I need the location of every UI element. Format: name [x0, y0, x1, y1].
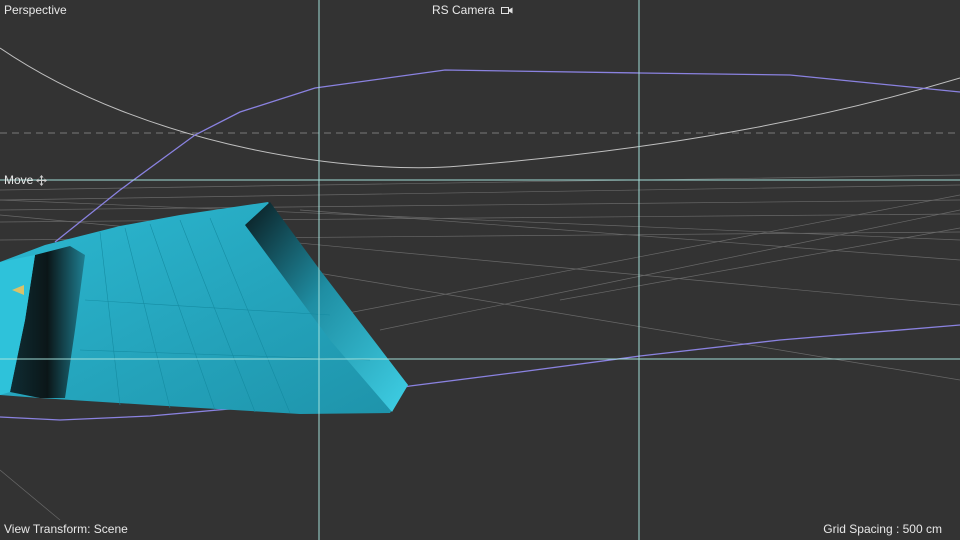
tool-name: Move	[4, 173, 34, 187]
view-name-label[interactable]: Perspective	[4, 3, 67, 17]
camera-icon	[500, 7, 513, 14]
active-tool-label: Move	[4, 173, 48, 187]
camera-selector[interactable]: RS Camera	[432, 3, 513, 17]
move-icon	[36, 174, 48, 186]
view-transform-status: View Transform: Scene	[4, 522, 128, 536]
grid-spacing-status: Grid Spacing : 500 cm	[823, 522, 942, 536]
orbit-arc	[0, 47, 960, 169]
3d-viewport[interactable]	[0, 0, 960, 540]
cyan-wedge-object[interactable]	[0, 202, 408, 414]
camera-name: RS Camera	[432, 3, 495, 17]
